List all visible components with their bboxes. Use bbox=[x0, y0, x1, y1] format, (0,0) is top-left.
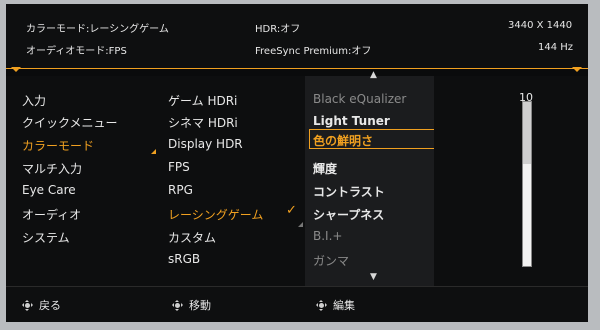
resolution-status: 3440 X 1440 bbox=[508, 20, 573, 31]
menu-item-color-mode[interactable]: カラーモード bbox=[22, 137, 94, 154]
slider-fill bbox=[523, 164, 531, 266]
mode-rpg[interactable]: RPG bbox=[168, 183, 193, 197]
dpad-left-icon bbox=[22, 300, 33, 311]
submenu-indicator-icon bbox=[298, 222, 303, 227]
option-brightness[interactable]: 輝度 bbox=[313, 160, 337, 177]
move-label: 移動 bbox=[189, 299, 211, 312]
option-black-equalizer[interactable]: Black eQualizer bbox=[313, 92, 406, 106]
option-contrast[interactable]: コントラスト bbox=[313, 183, 385, 200]
back-label: 戻る bbox=[39, 299, 61, 312]
status-bar: カラーモード:レーシングゲーム HDR:オフ 3440 X 1440 オーディオ… bbox=[6, 4, 588, 69]
menu-item-eye-care[interactable]: Eye Care bbox=[22, 183, 76, 197]
value-slider[interactable] bbox=[522, 101, 532, 267]
menu-item-multi-input[interactable]: マルチ入力 bbox=[22, 160, 82, 177]
enter-label: 編集 bbox=[333, 299, 355, 312]
refresh-rate-status: 144 Hz bbox=[538, 42, 574, 53]
enter-hint[interactable]: 編集 bbox=[316, 297, 355, 313]
hdr-status: HDR:オフ bbox=[255, 24, 301, 35]
footer-bar: 戻る 移動 編集 bbox=[6, 286, 588, 322]
main-menu: 入力 クイックメニュー カラーモード マルチ入力 Eye Care オーディオ … bbox=[6, 76, 158, 286]
mode-custom[interactable]: カスタム bbox=[168, 229, 216, 246]
divider-notch-right bbox=[572, 67, 582, 72]
divider-notch-left bbox=[11, 67, 21, 72]
option-light-tuner[interactable]: Light Tuner bbox=[313, 114, 390, 128]
picture-mode-status: カラーモード:レーシングゲーム bbox=[26, 24, 169, 35]
mode-display-hdr[interactable]: Display HDR bbox=[168, 137, 243, 151]
menu-item-input[interactable]: 入力 bbox=[22, 92, 46, 109]
audio-mode-status: オーディオモード:FPS bbox=[26, 46, 127, 57]
dpad-right-icon bbox=[316, 300, 327, 311]
scroll-up-icon[interactable]: ▲ bbox=[370, 70, 377, 80]
mode-srgb[interactable]: sRGB bbox=[168, 252, 200, 266]
osd-panel: カラーモード:レーシングゲーム HDR:オフ 3440 X 1440 オーディオ… bbox=[6, 4, 588, 322]
mode-racing-game[interactable]: レーシングゲーム bbox=[168, 206, 263, 223]
option-sharpness[interactable]: シャープネス bbox=[313, 206, 384, 223]
option-bi-plus[interactable]: B.I.+ bbox=[313, 229, 342, 243]
dpad-updown-icon bbox=[172, 300, 183, 311]
menu-item-audio[interactable]: オーディオ bbox=[22, 206, 81, 223]
selected-check-icon: ✓ bbox=[286, 203, 297, 218]
menu-item-system[interactable]: システム bbox=[22, 229, 70, 246]
picture-options-list: ▲ Black eQualizer Light Tuner 色の鮮明さ 輝度 コ… bbox=[305, 70, 445, 286]
mode-cinema-hdri[interactable]: シネマ HDRi bbox=[168, 114, 238, 131]
menu-item-quick-menu[interactable]: クイックメニュー bbox=[22, 114, 118, 131]
value-panel: 10 bbox=[434, 76, 588, 286]
scroll-down-icon[interactable]: ▼ bbox=[370, 272, 377, 282]
mode-game-hdri[interactable]: ゲーム HDRi bbox=[168, 92, 237, 109]
option-color-vibrance[interactable]: 色の鮮明さ bbox=[313, 132, 373, 149]
mode-fps[interactable]: FPS bbox=[168, 160, 190, 174]
submenu-indicator-icon bbox=[151, 149, 156, 154]
back-hint[interactable]: 戻る bbox=[22, 297, 61, 313]
option-gamma[interactable]: ガンマ bbox=[313, 252, 349, 269]
move-hint[interactable]: 移動 bbox=[172, 297, 211, 313]
color-mode-list: ゲーム HDRi シネマ HDRi Display HDR FPS RPG レー… bbox=[158, 76, 305, 286]
freesync-status: FreeSync Premium:オフ bbox=[255, 46, 372, 57]
